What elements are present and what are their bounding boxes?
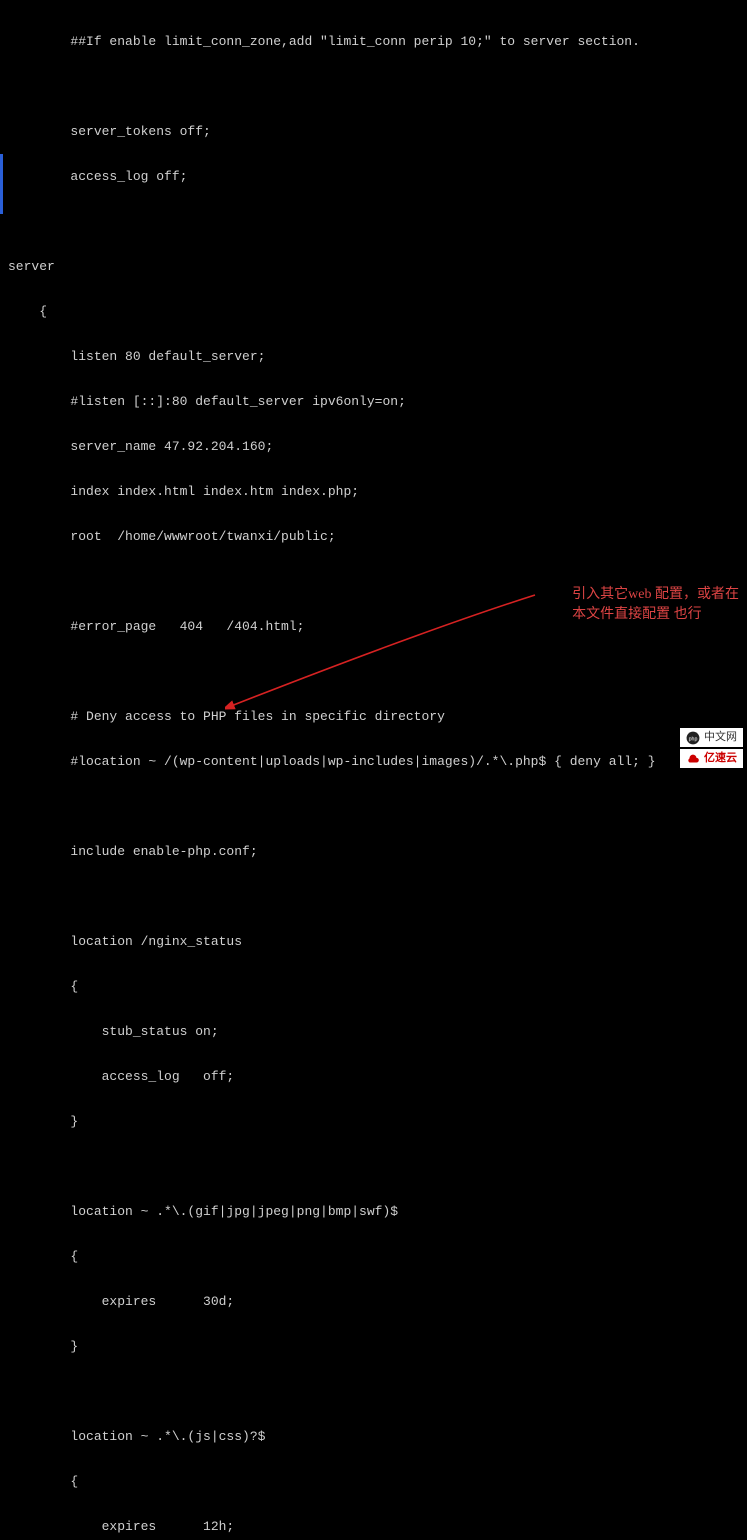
code-line: #location ~ /(wp-content|uploads|wp-incl…: [8, 754, 747, 769]
code-line: {: [8, 979, 747, 994]
code-line: include enable-php.conf;: [8, 844, 747, 859]
code-line: {: [8, 1474, 747, 1489]
code-line: root /home/wwwroot/twanxi/public;: [8, 529, 747, 544]
code-line: [8, 214, 747, 229]
code-line: {: [8, 304, 747, 319]
watermark-label: 亿速云: [704, 751, 737, 766]
code-line: }: [8, 1114, 747, 1129]
svg-text:php: php: [689, 736, 698, 742]
code-line: stub_status on;: [8, 1024, 747, 1039]
code-line: server_name 47.92.204.160;: [8, 439, 747, 454]
gutter-marker: [0, 184, 3, 199]
code-line: access_log off;: [8, 1069, 747, 1084]
gutter-marker: [0, 154, 3, 169]
code-line: index index.html index.htm index.php;: [8, 484, 747, 499]
code-line: expires 12h;: [8, 1519, 747, 1534]
gutter-marker: [0, 169, 3, 184]
watermark-label: 中文网: [704, 730, 737, 745]
code-line: # Deny access to PHP files in specific d…: [8, 709, 747, 724]
code-line: [8, 79, 747, 94]
annotation-text: 引入其它web 配置，或者在 本文件直接配置 也行: [572, 585, 739, 625]
code-line: [8, 799, 747, 814]
cloud-icon: [686, 752, 700, 766]
code-line: [8, 664, 747, 679]
terminal-editor[interactable]: ##If enable limit_conn_zone,add "limit_c…: [0, 0, 747, 1540]
code-line: location ~ .*\.(gif|jpg|jpeg|png|bmp|swf…: [8, 1204, 747, 1219]
gutter-marker: [0, 199, 3, 214]
code-line: server: [8, 259, 747, 274]
php-icon: php: [686, 731, 700, 745]
code-line: expires 30d;: [8, 1294, 747, 1309]
code-line: [8, 1384, 747, 1399]
editor-gutter: [0, 4, 6, 724]
code-line: location ~ .*\.(js|css)?$: [8, 1429, 747, 1444]
code-line: [8, 889, 747, 904]
code-line: access_log off;: [8, 169, 747, 184]
code-line: ##If enable limit_conn_zone,add "limit_c…: [8, 34, 747, 49]
code-line: [8, 1159, 747, 1174]
code-line: }: [8, 1339, 747, 1354]
code-line: location /nginx_status: [8, 934, 747, 949]
code-line: #listen [::]:80 default_server ipv6only=…: [8, 394, 747, 409]
watermark-stack: php 中文网 亿速云: [680, 728, 743, 768]
watermark-phpcn: php 中文网: [680, 728, 743, 747]
code-area[interactable]: ##If enable limit_conn_zone,add "limit_c…: [0, 4, 747, 1540]
code-line: listen 80 default_server;: [8, 349, 747, 364]
code-line: server_tokens off;: [8, 124, 747, 139]
code-line: {: [8, 1249, 747, 1264]
watermark-yisu: 亿速云: [680, 749, 743, 768]
